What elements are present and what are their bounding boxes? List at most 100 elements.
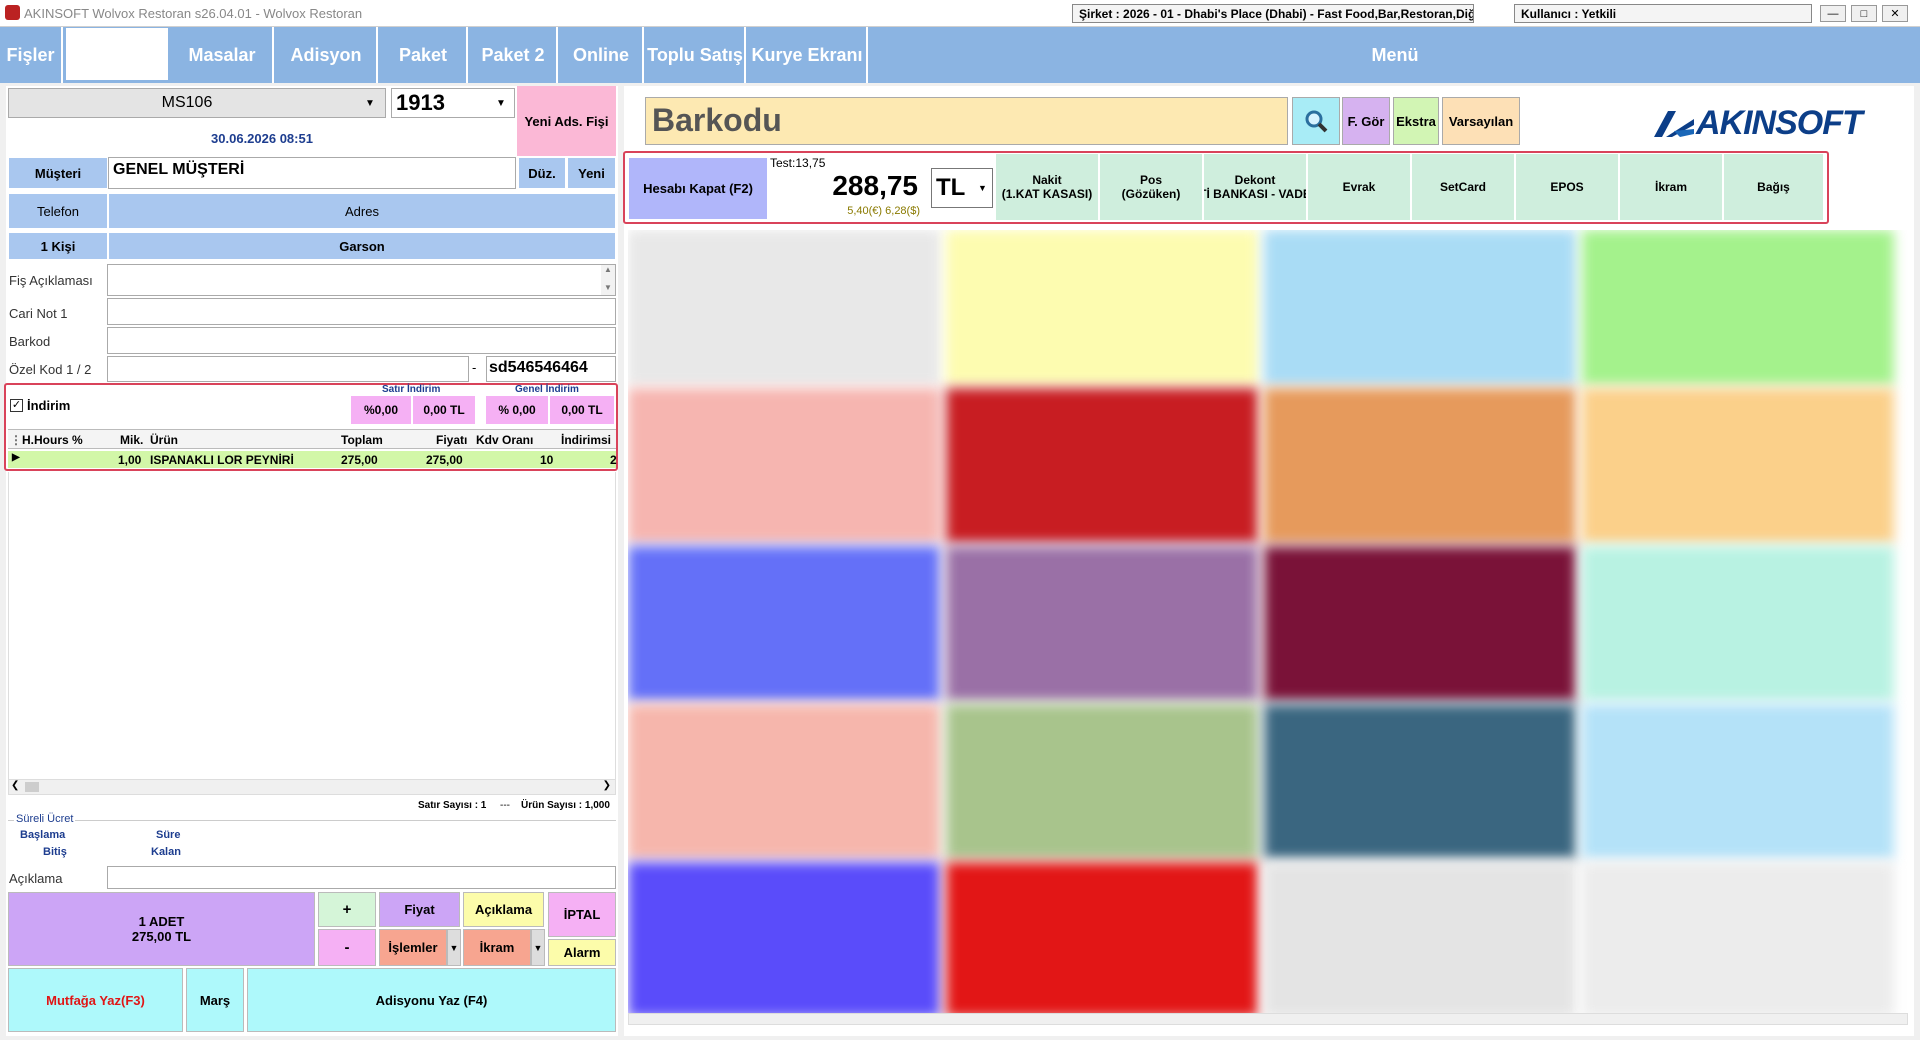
menu-fisler[interactable]: Fişler bbox=[0, 27, 63, 83]
minimize-icon[interactable]: — bbox=[1820, 5, 1846, 22]
new-receipt-button[interactable]: Yeni Ads. Fişi bbox=[517, 86, 616, 156]
maximize-icon[interactable]: □ bbox=[1851, 5, 1877, 22]
pay-setcard-button[interactable]: SetCard bbox=[1412, 154, 1515, 220]
pay-treat-button[interactable]: İkram bbox=[1620, 154, 1723, 220]
close-bill-button[interactable]: Hesabı Kapat (F2) bbox=[629, 158, 767, 219]
product-tile[interactable] bbox=[946, 230, 1258, 385]
quantity-button[interactable]: 1 ADET 275,00 TL bbox=[8, 892, 315, 966]
barcode-input[interactable] bbox=[107, 327, 616, 354]
mars-button[interactable]: Marş bbox=[186, 968, 244, 1032]
address-button[interactable]: Adres bbox=[108, 193, 616, 229]
treat-dropdown-icon[interactable]: ▼ bbox=[531, 929, 545, 966]
table-select[interactable]: MS106 ▼ bbox=[8, 88, 386, 118]
horizontal-scrollbar[interactable]: ❮ ❯ bbox=[8, 779, 616, 795]
menu-kurye[interactable]: Kurye Ekranı bbox=[748, 27, 868, 83]
product-tile[interactable] bbox=[946, 862, 1258, 1017]
pay-dekont-button[interactable]: Dekont Tİ BANKASI - VADE bbox=[1204, 154, 1307, 220]
discount-checkbox[interactable]: ✓ İndirim bbox=[10, 398, 70, 413]
product-tile[interactable] bbox=[1264, 704, 1576, 859]
product-tile[interactable] bbox=[1264, 388, 1576, 543]
product-tile[interactable] bbox=[946, 704, 1258, 859]
currency-select[interactable]: TL ▼ bbox=[931, 168, 993, 208]
search-button[interactable] bbox=[1292, 97, 1340, 145]
chevron-right-icon[interactable]: ❯ bbox=[603, 780, 611, 791]
product-tile[interactable] bbox=[1582, 230, 1894, 385]
edit-customer-button[interactable]: Düz. bbox=[518, 157, 566, 189]
general-discount-pct[interactable]: % 0,00 bbox=[486, 396, 548, 424]
fgor-button[interactable]: F. Gör bbox=[1342, 97, 1390, 145]
product-tile[interactable] bbox=[1264, 546, 1576, 701]
chevron-left-icon[interactable]: ❮ bbox=[11, 780, 19, 791]
special-code-separator: - bbox=[472, 360, 477, 375]
product-tile[interactable] bbox=[628, 704, 940, 859]
menu-masalar[interactable]: Masalar bbox=[172, 27, 274, 83]
general-discount-amount[interactable]: 0,00 TL bbox=[550, 396, 614, 424]
customer-label-button[interactable]: Müşteri bbox=[8, 157, 108, 189]
alarm-button[interactable]: Alarm bbox=[548, 939, 616, 966]
note-input[interactable] bbox=[107, 866, 616, 889]
kitchen-print-button[interactable]: Mutfağa Yaz(F3) bbox=[8, 968, 183, 1032]
receipt-note-input[interactable]: ▲ ▼ bbox=[107, 264, 616, 296]
receipt-no-select[interactable]: 1913 ▼ bbox=[391, 88, 515, 118]
product-tile[interactable] bbox=[1582, 862, 1894, 1017]
product-tile[interactable] bbox=[628, 546, 940, 701]
row-discount-amount[interactable]: 0,00 TL bbox=[413, 396, 475, 424]
customer-field[interactable]: GENEL MÜŞTERİ bbox=[108, 157, 516, 189]
product-tile[interactable] bbox=[946, 388, 1258, 543]
col-hours[interactable]: H.Hours % bbox=[22, 433, 83, 447]
grid-drag-icon[interactable]: ⋮ bbox=[10, 433, 22, 447]
menu-toplu-satis[interactable]: Toplu Satış bbox=[646, 27, 746, 83]
minus-button[interactable]: - bbox=[318, 929, 376, 966]
product-tile[interactable] bbox=[628, 230, 940, 385]
menu-paket[interactable]: Paket bbox=[380, 27, 468, 83]
menu-online[interactable]: Online bbox=[560, 27, 644, 83]
menu-menu[interactable]: Menü bbox=[870, 27, 1920, 83]
pay-pos-button[interactable]: Pos (Gözüken) bbox=[1100, 154, 1203, 220]
menu-paket2[interactable]: Paket 2 bbox=[470, 27, 558, 83]
treat-button[interactable]: İkram bbox=[463, 929, 531, 966]
col-discount[interactable]: İndirimsi bbox=[561, 433, 611, 447]
product-tile[interactable] bbox=[628, 388, 940, 543]
phone-button[interactable]: Telefon bbox=[8, 193, 108, 229]
product-tile[interactable] bbox=[1582, 704, 1894, 859]
pay-evrak-button[interactable]: Evrak bbox=[1308, 154, 1411, 220]
print-bill-button[interactable]: Adisyonu Yaz (F4) bbox=[247, 968, 616, 1032]
product-tile[interactable] bbox=[1264, 230, 1576, 385]
tile-scrollbar[interactable] bbox=[628, 1013, 1908, 1025]
operations-dropdown-icon[interactable]: ▼ bbox=[447, 929, 461, 966]
pay-cash-button[interactable]: Nakit (1.KAT KASASI) bbox=[996, 154, 1099, 220]
row-discount-pct[interactable]: %0,00 bbox=[351, 396, 411, 424]
table-row[interactable]: ▶ 1,00 ISPANAKLI LOR PEYNİRİ 275,00 275,… bbox=[8, 451, 617, 468]
scrollbar-thumb[interactable] bbox=[25, 782, 39, 792]
product-tile[interactable] bbox=[1582, 388, 1894, 543]
cari-note-input[interactable] bbox=[107, 298, 616, 325]
note-button[interactable]: Açıklama bbox=[463, 892, 544, 927]
pay-donation-button[interactable]: Bağış bbox=[1724, 154, 1824, 220]
plus-button[interactable]: + bbox=[318, 892, 376, 927]
scrollbar[interactable]: ▲ ▼ bbox=[601, 265, 615, 295]
product-tile[interactable] bbox=[1264, 862, 1576, 1017]
new-customer-button[interactable]: Yeni bbox=[567, 157, 616, 189]
col-product[interactable]: Ürün bbox=[150, 433, 178, 447]
cancel-button[interactable]: İPTAL bbox=[548, 892, 616, 937]
special-code1-input[interactable] bbox=[107, 356, 469, 382]
persons-button[interactable]: 1 Kişi bbox=[8, 232, 108, 260]
col-price[interactable]: Fiyatı bbox=[436, 433, 467, 447]
defaults-button[interactable]: Varsayılan bbox=[1442, 97, 1520, 145]
product-tile[interactable] bbox=[946, 546, 1258, 701]
product-tile[interactable] bbox=[1582, 546, 1894, 701]
menu-adisyon[interactable]: Adisyon bbox=[276, 27, 378, 83]
price-button[interactable]: Fiyat bbox=[379, 892, 460, 927]
product-tile[interactable] bbox=[628, 862, 940, 1017]
close-icon[interactable]: ✕ bbox=[1882, 5, 1908, 22]
discount-label: İndirim bbox=[27, 398, 71, 413]
extra-button[interactable]: Ekstra bbox=[1393, 97, 1439, 145]
col-total[interactable]: Toplam bbox=[341, 433, 383, 447]
barcode-search-input[interactable]: Barkodu bbox=[645, 97, 1288, 145]
special-code2-input[interactable]: sd546546464 bbox=[486, 356, 616, 382]
operations-button[interactable]: İşlemler bbox=[379, 929, 447, 966]
waiter-button[interactable]: Garson bbox=[108, 232, 616, 260]
pay-epos-button[interactable]: EPOS bbox=[1516, 154, 1619, 220]
col-vat[interactable]: Kdv Oranı bbox=[476, 433, 533, 447]
col-qty[interactable]: Mik. bbox=[120, 433, 143, 447]
